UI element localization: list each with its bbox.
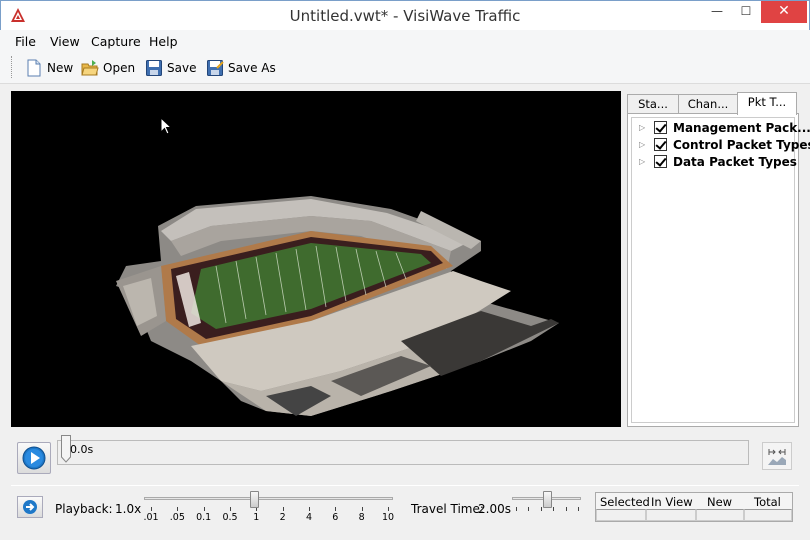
minimize-button[interactable]: — <box>703 1 731 23</box>
open-folder-icon <box>81 60 99 76</box>
stats-selected-value <box>596 509 646 521</box>
menu-help[interactable]: Help <box>149 34 178 49</box>
travel-tick <box>516 507 517 511</box>
title-bar: Untitled.vwt* - VisiWave Traffic — ☐ ✕ <box>0 0 810 30</box>
maximize-button[interactable]: ☐ <box>733 1 759 23</box>
tree-item-data[interactable]: ▷ Data Packet Types <box>632 153 797 170</box>
playback-tick-label: 2 <box>279 512 286 523</box>
save-label: Save <box>167 61 197 75</box>
mouse-cursor-icon <box>160 117 172 135</box>
time-slider[interactable]: 0.0s <box>57 435 749 465</box>
timeline: 0.0s <box>11 432 799 478</box>
panel-tabs: Sta... Chan... Pkt T... <box>627 92 799 115</box>
tree-list: ▷ Management Pack... ▷ Control Packet Ty… <box>631 117 810 423</box>
toolbar-grip[interactable] <box>11 56 14 78</box>
save-as-label: Save As <box>228 61 276 75</box>
data-checkbox[interactable] <box>654 155 667 168</box>
playback-tick <box>361 507 363 511</box>
stats-total-value <box>744 509 792 521</box>
stats-new-value <box>696 509 744 521</box>
packet-type-tree: ▷ Management Pack... ▷ Control Packet Ty… <box>627 113 810 427</box>
new-file-icon <box>27 59 41 77</box>
open-label: Open <box>103 61 136 75</box>
playback-slider-track[interactable] <box>144 497 393 500</box>
tree-item-label: Data Packet Types <box>673 154 797 169</box>
playback-tick <box>309 507 310 511</box>
new-button[interactable]: New <box>25 56 73 80</box>
tab-stations[interactable]: Sta... <box>627 94 679 114</box>
playback-tick-label: 8 <box>358 512 365 523</box>
playback-tick-label: .01 <box>143 512 159 523</box>
playback-tick <box>177 507 179 511</box>
close-button[interactable]: ✕ <box>761 1 807 23</box>
stats-panel: Selected In View New Total <box>595 492 793 522</box>
travel-time-value: 2.00s <box>478 502 511 516</box>
travel-slider-thumb[interactable] <box>543 491 552 508</box>
save-as-disk-icon <box>207 60 224 76</box>
playback-tick-label: .05 <box>169 512 185 523</box>
travel-time-label: Travel Time: <box>411 502 484 516</box>
menu-file[interactable]: File <box>15 34 36 49</box>
playback-tick-label: 0.5 <box>222 512 238 523</box>
management-checkbox[interactable] <box>654 121 667 134</box>
menu-bar: File View Capture Help <box>0 30 810 52</box>
playback-slider-thumb[interactable] <box>250 491 259 508</box>
playback-tick <box>388 507 389 511</box>
travel-tick <box>540 507 542 511</box>
travel-tick <box>528 507 530 511</box>
playback-tick-label: 10 <box>381 512 395 523</box>
window-title: Untitled.vwt* - VisiWave Traffic <box>289 7 521 25</box>
tab-packet-types[interactable]: Pkt T... <box>737 92 797 115</box>
control-checkbox[interactable] <box>654 138 667 151</box>
save-button[interactable]: Save <box>145 56 196 80</box>
stats-header-selected: Selected <box>600 495 650 509</box>
playback-tick <box>151 507 152 511</box>
playback-tick <box>335 507 337 511</box>
tree-item-control[interactable]: ▷ Control Packet Types <box>632 136 810 153</box>
play-icon <box>22 446 46 470</box>
expand-arrow-icon[interactable]: ▷ <box>639 123 647 132</box>
playback-tick-label: 6 <box>332 512 339 523</box>
arrow-right-icon <box>23 500 37 514</box>
expand-arrow-icon[interactable]: ▷ <box>639 140 647 149</box>
zoom-fit-button[interactable] <box>762 442 792 470</box>
playback-tick <box>282 507 284 511</box>
playback-value: 1.0x <box>115 502 142 516</box>
toolbar: New Open Save Save As <box>0 52 810 84</box>
stats-header-total: Total <box>754 495 781 509</box>
expand-arrow-icon[interactable]: ▷ <box>639 157 647 166</box>
playback-tick-label: 0.1 <box>196 512 212 523</box>
current-time: 0.0s <box>70 443 94 456</box>
new-label: New <box>47 61 74 75</box>
playback-tick <box>203 507 205 511</box>
playback-label: Playback: <box>55 502 113 516</box>
open-button[interactable]: Open <box>81 56 135 80</box>
stats-header-new: New <box>707 495 733 509</box>
playback-tick-label: 4 <box>305 512 313 523</box>
travel-tick <box>578 507 579 511</box>
go-button[interactable] <box>17 496 43 518</box>
travel-tick <box>553 507 555 511</box>
menu-view[interactable]: View <box>50 34 80 49</box>
stats-header-in-view: In View <box>651 495 693 509</box>
save-disk-icon <box>146 60 162 76</box>
tree-item-management[interactable]: ▷ Management Pack... <box>632 119 810 136</box>
stats-in-view-value <box>646 509 696 521</box>
travel-tick <box>565 507 567 511</box>
stadium-aerial-image <box>116 196 559 416</box>
playback-tick-label: 1 <box>253 512 260 523</box>
map-viewport[interactable] <box>11 91 621 427</box>
tree-item-label: Management Pack... <box>673 120 810 135</box>
zoom-fit-icon <box>768 449 786 465</box>
tree-item-label: Control Packet Types <box>673 137 810 152</box>
separator <box>11 485 799 486</box>
tab-channels[interactable]: Chan... <box>678 94 738 114</box>
menu-capture[interactable]: Capture <box>91 34 141 49</box>
save-as-button[interactable]: Save As <box>206 56 276 80</box>
playback-tick <box>230 507 231 511</box>
play-button[interactable] <box>17 442 51 474</box>
